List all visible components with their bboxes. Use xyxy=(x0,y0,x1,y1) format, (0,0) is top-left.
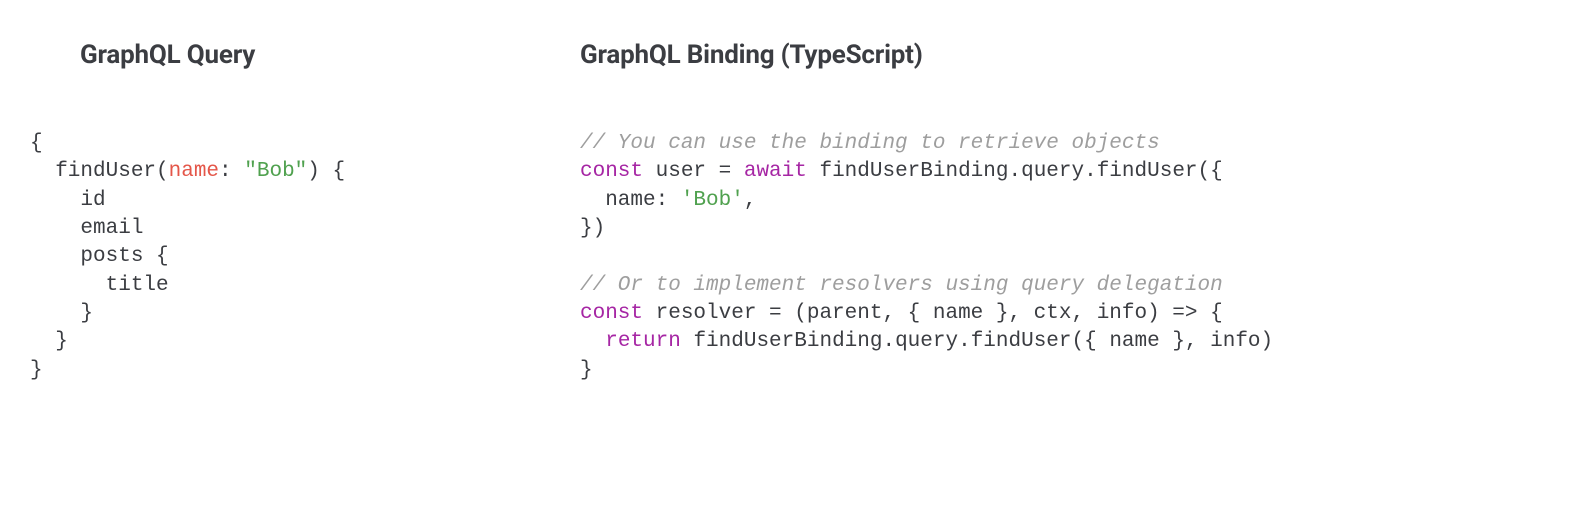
code-line: } xyxy=(30,302,93,325)
code-line: } xyxy=(580,359,593,382)
code-line: email xyxy=(30,217,143,240)
code-text: , xyxy=(744,189,757,212)
right-heading: GraphQL Binding (TypeScript) xyxy=(580,40,1556,70)
code-line: }) xyxy=(580,217,605,240)
code-text: : xyxy=(219,160,244,183)
code-text: ) { xyxy=(307,160,345,183)
code-line: id xyxy=(30,189,106,212)
keyword-token: const xyxy=(580,160,643,183)
attr-token: name xyxy=(169,160,219,183)
keyword-token: return xyxy=(605,330,681,353)
code-line: } xyxy=(30,359,43,382)
graphql-query-code: { findUser(name: "Bob") { id email posts… xyxy=(30,130,540,385)
code-text xyxy=(580,330,605,353)
code-line: } xyxy=(30,330,68,353)
left-heading: GraphQL Query xyxy=(80,40,540,70)
string-token: "Bob" xyxy=(244,160,307,183)
code-text: name: xyxy=(580,189,681,212)
code-line: title xyxy=(30,274,169,297)
code-line: { xyxy=(30,132,43,155)
typescript-binding-code: // You can use the binding to retrieve o… xyxy=(580,130,1556,385)
code-text: user = xyxy=(643,160,744,183)
right-column: GraphQL Binding (TypeScript) // You can … xyxy=(580,40,1556,385)
code-text: findUserBinding.query.findUser({ xyxy=(807,160,1223,183)
code-text: findUser( xyxy=(30,160,169,183)
comment-token: // You can use the binding to retrieve o… xyxy=(580,132,1160,155)
code-text: findUserBinding.query.findUser({ name },… xyxy=(681,330,1273,353)
code-line: posts { xyxy=(30,245,169,268)
code-comparison: GraphQL Query { findUser(name: "Bob") { … xyxy=(20,40,1556,385)
string-token: 'Bob' xyxy=(681,189,744,212)
left-column: GraphQL Query { findUser(name: "Bob") { … xyxy=(20,40,540,385)
comment-token: // Or to implement resolvers using query… xyxy=(580,274,1223,297)
keyword-token: const xyxy=(580,302,643,325)
code-text: resolver = (parent, { name }, ctx, info)… xyxy=(643,302,1223,325)
keyword-token: await xyxy=(744,160,807,183)
